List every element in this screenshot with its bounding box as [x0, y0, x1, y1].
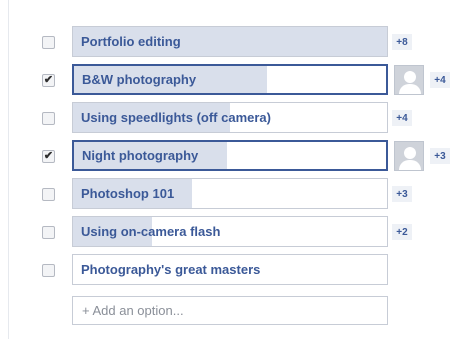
option-label: B&W photography — [82, 72, 197, 87]
vote-count[interactable]: +3 — [430, 148, 450, 164]
poll-option[interactable]: Portfolio editing — [72, 26, 388, 57]
option-label: Using on-camera flash — [81, 224, 221, 239]
user-avatar-icon — [394, 141, 424, 171]
vote-count[interactable]: +4 — [430, 72, 450, 88]
option-label: Night photography — [82, 148, 199, 163]
poll-option-row: ✔ Night photography +3 — [0, 140, 457, 172]
poll-option[interactable]: Photoshop 101 — [72, 178, 388, 209]
poll-option-row: Photography's great masters — [0, 254, 457, 286]
poll-option[interactable]: Using on-camera flash — [72, 216, 388, 247]
option-checkbox[interactable] — [42, 226, 55, 239]
user-avatar-icon — [394, 65, 424, 95]
option-checkbox[interactable] — [42, 264, 55, 277]
poll-option-row: ✔ B&W photography +4 — [0, 64, 457, 96]
poll-option[interactable]: B&W photography — [72, 64, 388, 95]
add-option-input[interactable]: + Add an option... — [72, 296, 388, 325]
vote-count[interactable]: +3 — [392, 186, 412, 202]
option-checkbox[interactable]: ✔ — [42, 74, 55, 87]
poll-option-row: Using speedlights (off camera) +4 — [0, 102, 457, 134]
option-label: Using speedlights (off camera) — [81, 110, 271, 125]
option-checkbox[interactable] — [42, 112, 55, 125]
vote-count[interactable]: +4 — [392, 110, 412, 126]
option-label: Portfolio editing — [81, 34, 181, 49]
vote-count[interactable]: +2 — [392, 224, 412, 240]
option-label: Photography's great masters — [81, 262, 261, 277]
poll-option-row: Using on-camera flash +2 — [0, 216, 457, 248]
option-checkbox[interactable] — [42, 36, 55, 49]
poll-option[interactable]: Photography's great masters — [72, 254, 388, 285]
poll-option[interactable]: Using speedlights (off camera) — [72, 102, 388, 133]
poll-option-row: Photoshop 101 +3 — [0, 178, 457, 210]
poll-options: Portfolio editing +8 ✔ B&W photography +4 Usi… — [0, 0, 457, 339]
option-checkbox[interactable]: ✔ — [42, 150, 55, 163]
option-checkbox[interactable] — [42, 188, 55, 201]
option-label: Photoshop 101 — [81, 186, 175, 201]
poll-option-row: Portfolio editing +8 — [0, 26, 457, 58]
vote-count[interactable]: +8 — [392, 34, 412, 50]
poll-option[interactable]: Night photography — [72, 140, 388, 171]
